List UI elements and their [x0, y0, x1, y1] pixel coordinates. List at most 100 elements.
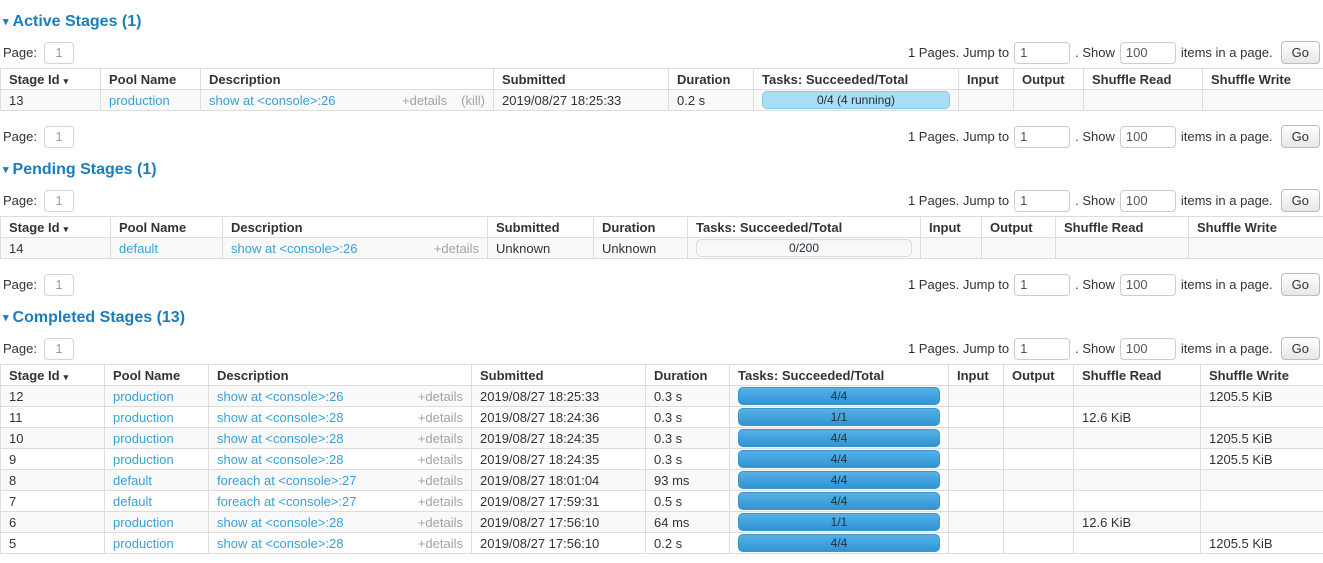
duration-cell: 0.3 s [646, 386, 730, 407]
pool-name-cell: default [105, 491, 209, 512]
description-link[interactable]: show at <console>:28 [217, 536, 343, 551]
items-per-page-input[interactable] [1120, 274, 1176, 296]
column-header-pool-name[interactable]: Pool Name [105, 365, 209, 386]
page-label: Page: [3, 341, 37, 356]
submitted-cell: 2019/08/27 18:25:33 [472, 386, 646, 407]
pool-name-link[interactable]: default [113, 473, 152, 488]
pool-name-link[interactable]: production [113, 389, 174, 404]
items-per-page-label: items in a page. [1181, 193, 1273, 208]
column-header-tasks-succeeded-total[interactable]: Tasks: Succeeded/Total [754, 69, 959, 90]
details-toggle[interactable]: +details [402, 93, 447, 108]
pool-name-link[interactable]: production [113, 410, 174, 425]
page-number-input[interactable] [44, 274, 74, 296]
column-header-label: Shuffle Write [1211, 72, 1291, 87]
column-header-output[interactable]: Output [982, 217, 1056, 238]
section-header-active-stages[interactable]: ▾Active Stages (1) [3, 13, 1323, 31]
jump-to-page-input[interactable] [1014, 126, 1070, 148]
details-toggle[interactable]: +details [434, 241, 479, 256]
column-header-stage-id[interactable]: Stage Id▾ [1, 69, 101, 90]
pool-name-cell: production [105, 428, 209, 449]
pool-name-link[interactable]: production [113, 536, 174, 551]
items-per-page-input[interactable] [1120, 126, 1176, 148]
jump-to-page-input[interactable] [1014, 190, 1070, 212]
jump-to-page-input[interactable] [1014, 338, 1070, 360]
details-toggle[interactable]: +details [418, 515, 463, 530]
items-per-page-input[interactable] [1120, 42, 1176, 64]
column-header-shuffle-read[interactable]: Shuffle Read [1056, 217, 1189, 238]
page-number-input[interactable] [44, 190, 74, 212]
column-header-description[interactable]: Description [223, 217, 488, 238]
pool-name-link[interactable]: default [119, 241, 158, 256]
column-header-output[interactable]: Output [1014, 69, 1084, 90]
column-header-output[interactable]: Output [1004, 365, 1074, 386]
go-button[interactable]: Go [1281, 189, 1320, 212]
column-header-stage-id[interactable]: Stage Id▾ [1, 365, 105, 386]
column-header-input[interactable]: Input [949, 365, 1004, 386]
tasks-progress-bar: 4/4 [738, 429, 940, 447]
description-link[interactable]: foreach at <console>:27 [217, 494, 357, 509]
column-header-label: Submitted [496, 220, 560, 235]
column-header-shuffle-write[interactable]: Shuffle Write [1189, 217, 1323, 238]
description-link[interactable]: foreach at <console>:27 [217, 473, 357, 488]
go-button[interactable]: Go [1281, 337, 1320, 360]
section-active-stages: ▾Active Stages (1) Page: 1 Pages. Jump t… [0, 13, 1323, 148]
description-link[interactable]: show at <console>:26 [209, 93, 335, 108]
column-header-shuffle-read[interactable]: Shuffle Read [1084, 69, 1203, 90]
jump-to-page-input[interactable] [1014, 42, 1070, 64]
details-toggle[interactable]: +details [418, 389, 463, 404]
column-header-duration[interactable]: Duration [669, 69, 754, 90]
column-header-shuffle-write[interactable]: Shuffle Write [1203, 69, 1323, 90]
details-toggle[interactable]: +details [418, 410, 463, 425]
items-per-page-input[interactable] [1120, 190, 1176, 212]
pool-name-link[interactable]: production [109, 93, 170, 108]
description-link[interactable]: show at <console>:28 [217, 431, 343, 446]
details-toggle[interactable]: +details [418, 536, 463, 551]
description-link[interactable]: show at <console>:28 [217, 410, 343, 425]
column-header-pool-name[interactable]: Pool Name [101, 69, 201, 90]
output-cell [1004, 470, 1074, 491]
column-header-submitted[interactable]: Submitted [494, 69, 669, 90]
column-header-description[interactable]: Description [201, 69, 494, 90]
description-link[interactable]: show at <console>:26 [217, 389, 343, 404]
description-link[interactable]: show at <console>:28 [217, 515, 343, 530]
column-header-label: Tasks: Succeeded/Total [762, 72, 908, 87]
details-toggle[interactable]: +details [418, 473, 463, 488]
column-header-tasks-succeeded-total[interactable]: Tasks: Succeeded/Total [688, 217, 921, 238]
details-toggle[interactable]: +details [418, 431, 463, 446]
items-per-page-input[interactable] [1120, 338, 1176, 360]
page-number-input[interactable] [44, 338, 74, 360]
column-header-duration[interactable]: Duration [646, 365, 730, 386]
kill-link[interactable]: (kill) [461, 93, 485, 108]
section-header-completed-stages[interactable]: ▾Completed Stages (13) [3, 309, 1323, 327]
column-header-duration[interactable]: Duration [594, 217, 688, 238]
column-header-description[interactable]: Description [209, 365, 472, 386]
column-header-shuffle-write[interactable]: Shuffle Write [1201, 365, 1323, 386]
description-link[interactable]: show at <console>:28 [217, 452, 343, 467]
go-button[interactable]: Go [1281, 41, 1320, 64]
input-cell [949, 386, 1004, 407]
go-button[interactable]: Go [1281, 125, 1320, 148]
go-button[interactable]: Go [1281, 273, 1320, 296]
column-header-tasks-succeeded-total[interactable]: Tasks: Succeeded/Total [730, 365, 949, 386]
page-number-input[interactable] [44, 126, 74, 148]
pool-name-link[interactable]: default [113, 494, 152, 509]
page-number-input[interactable] [44, 42, 74, 64]
details-toggle[interactable]: +details [418, 494, 463, 509]
submitted-cell: 2019/08/27 18:01:04 [472, 470, 646, 491]
section-header-pending-stages[interactable]: ▾Pending Stages (1) [3, 161, 1323, 179]
description-link[interactable]: show at <console>:26 [231, 241, 357, 256]
column-header-pool-name[interactable]: Pool Name [111, 217, 223, 238]
pool-name-link[interactable]: production [113, 431, 174, 446]
column-header-submitted[interactable]: Submitted [472, 365, 646, 386]
column-header-submitted[interactable]: Submitted [488, 217, 594, 238]
column-header-input[interactable]: Input [959, 69, 1014, 90]
column-header-stage-id[interactable]: Stage Id▾ [1, 217, 111, 238]
jump-to-page-input[interactable] [1014, 274, 1070, 296]
pool-name-link[interactable]: production [113, 515, 174, 530]
details-toggle[interactable]: +details [418, 452, 463, 467]
section-completed-stages: ▾Completed Stages (13) Page: 1 Pages. Ju… [0, 309, 1323, 554]
column-header-shuffle-read[interactable]: Shuffle Read [1074, 365, 1201, 386]
column-header-input[interactable]: Input [921, 217, 982, 238]
submitted-cell: 2019/08/27 17:59:31 [472, 491, 646, 512]
pool-name-link[interactable]: production [113, 452, 174, 467]
